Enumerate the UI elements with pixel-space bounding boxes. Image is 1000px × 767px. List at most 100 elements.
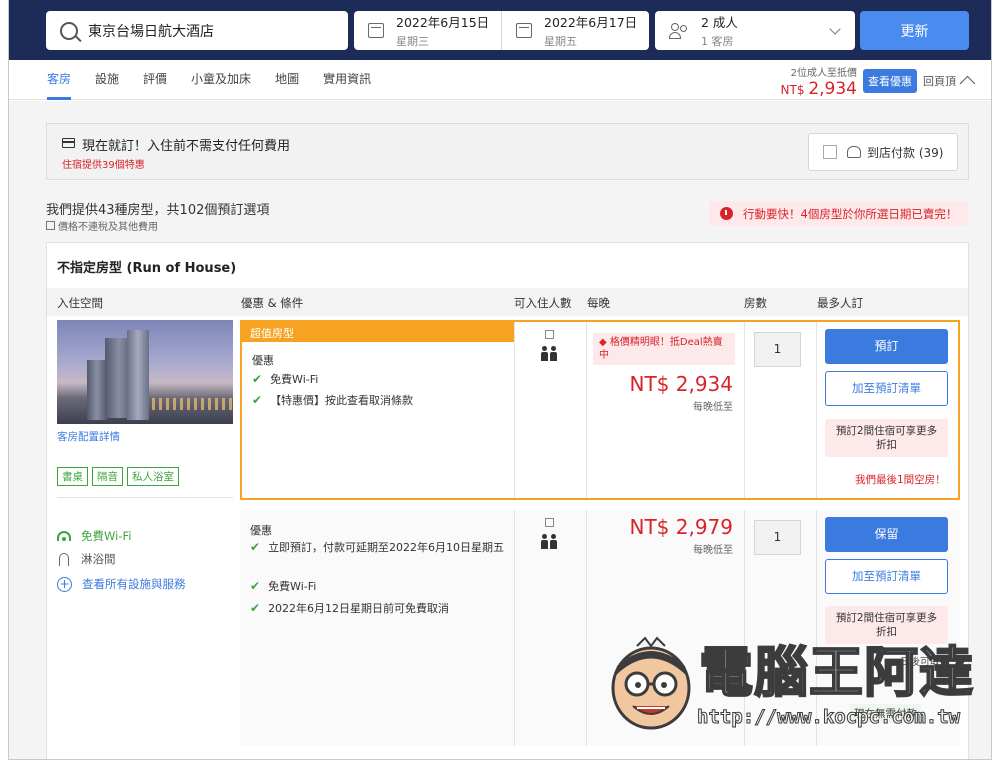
- plus-circle-icon: +: [57, 576, 72, 592]
- price-unit: 每晚低至: [693, 545, 733, 556]
- tab-item[interactable]: 評價: [143, 60, 167, 100]
- watermark-title: 電腦王阿達: [698, 639, 974, 705]
- pay-at-hotel-filter[interactable]: 到店付款 (39): [808, 133, 958, 171]
- book-button[interactable]: 預訂: [825, 329, 948, 364]
- reserve-button[interactable]: 保留: [825, 517, 948, 552]
- col-space: 入住空間: [57, 296, 103, 310]
- pay-at-hotel-checkbox[interactable]: [823, 145, 837, 159]
- info-icon: [544, 330, 554, 339]
- hand-pay-icon: [847, 146, 861, 158]
- destination-input[interactable]: [88, 22, 328, 39]
- tab-item[interactable]: 客房: [47, 60, 72, 100]
- people-icon: [669, 22, 691, 39]
- feature-chip: 隔音: [92, 467, 123, 486]
- site-watermark: 電腦王阿達 http://www.kocpc.com.tw: [607, 628, 974, 738]
- browser-frame: 2022年6月15日 星期三 2022年6月17日 星期五 2 成人 1 客房 …: [8, 0, 992, 760]
- banner-title: 現在就訂！入住前不需支付任何費用: [82, 139, 291, 154]
- checkin-day-text: 星期三: [396, 35, 429, 48]
- offer-row: 超值房型 優惠 ✔ 免費Wi-Fi ✔ 【特惠價】按此查看取消條款 ◆ 格價精明眼！…: [240, 320, 960, 500]
- feature-chip: 私人浴室: [127, 467, 179, 486]
- tab-item[interactable]: 實用資訊: [323, 60, 371, 100]
- room-qty-select[interactable]: 1: [754, 332, 801, 367]
- perk-item: ✔ 立即預訂，付款可延期至2022年6月10日星期五: [250, 539, 505, 556]
- hot-deal-tag: ◆ 格價精明眼！抵Deal熱賣中: [593, 333, 735, 365]
- view-deal-button[interactable]: 查看優惠: [863, 69, 917, 93]
- alarm-icon: [720, 207, 733, 220]
- deal-tag: 超值房型: [242, 322, 514, 342]
- banner-subtitle: 住宿提供39個特惠: [62, 160, 145, 171]
- checkout-date[interactable]: 2022年6月17日 星期五: [501, 11, 649, 50]
- perk-text: 【特惠價】按此查看取消條款: [270, 394, 414, 407]
- amenity-label: 淋浴間: [81, 552, 116, 566]
- back-to-top-label: 回頁頂: [923, 75, 956, 88]
- all-facilities-link[interactable]: + 查看所有設施與服務: [57, 576, 186, 592]
- add-to-list-button[interactable]: 加至預訂清單: [825, 559, 948, 594]
- rooms-count: 1 客房: [701, 35, 734, 48]
- arrow-up-icon: [959, 75, 976, 91]
- table-header: 入住空間 優惠 & 條件 可入住人數 每晚 房數 最多人訂: [47, 288, 968, 316]
- price-amount: NT$ 2,979: [629, 515, 733, 539]
- room-detail-link[interactable]: 客房配置詳情: [57, 429, 120, 444]
- price-unit: 每晚低至: [693, 402, 733, 413]
- add-to-list-button[interactable]: 加至預訂清單: [825, 371, 948, 406]
- room-qty-select[interactable]: 1: [754, 520, 801, 555]
- guests-selector[interactable]: 2 成人 1 客房: [655, 11, 855, 50]
- offer-price: NT$ 2,934 每晚低至: [593, 372, 733, 413]
- col-occupancy: 可入住人數: [514, 296, 572, 310]
- col-rooms: 房數: [744, 296, 767, 310]
- multi-room-promo: 預訂2間住宿可享更多折扣: [825, 419, 948, 457]
- date-range-box: 2022年6月15日 星期三 2022年6月17日 星期五: [354, 11, 649, 50]
- calendar-checkout-icon: [516, 23, 532, 38]
- feature-chip: 書桌: [57, 467, 88, 486]
- perk-text: 免費Wi-Fi: [268, 580, 317, 593]
- last-room-alert: 我們最後1間空房！: [855, 474, 946, 486]
- col-most-booked: 最多人訂: [817, 296, 863, 310]
- price-value: 2,934: [808, 78, 857, 99]
- perk-text: 2022年6月12日星期日前可免費取消: [268, 602, 450, 615]
- perk-text: 立即預訂，付款可延期至2022年6月10日星期五: [268, 541, 505, 554]
- calendar-checkin-icon: [368, 23, 384, 38]
- credit-card-icon: [62, 138, 75, 148]
- update-button[interactable]: 更新: [860, 11, 969, 50]
- amenity-label: 免費Wi-Fi: [81, 529, 132, 543]
- hot-deal-text: 格價精明眼！抵Deal熱賣中: [599, 337, 723, 361]
- tab-item[interactable]: 小童及加床: [191, 60, 251, 100]
- search-icon: [60, 21, 78, 40]
- info-icon: [544, 518, 554, 527]
- info-icon: [46, 221, 55, 230]
- tab-item[interactable]: 設施: [95, 60, 119, 100]
- section-nav: 客房 設施 評價 小童及加床 地圖 實用資訊 2位成人至抵價 NT$ 2,934 查看優惠…: [9, 60, 991, 100]
- checkout-date-text: 2022年6月17日: [544, 15, 638, 30]
- amenity-wifi: 免費Wi-Fi: [57, 528, 131, 544]
- divider: [57, 497, 233, 498]
- mascot-face-icon: [611, 636, 691, 730]
- soldout-alert-text: 行動要快！4個房型於你所選日期已賣完！: [743, 206, 958, 221]
- tax-note-text: 價格不連稅及其他費用: [58, 222, 158, 233]
- offers-summary: 我們提供43種房型，共102個預訂選項: [46, 203, 270, 218]
- chevron-down-icon: [829, 23, 841, 35]
- occupancy: [514, 516, 584, 549]
- check-icon: ✔: [250, 601, 261, 615]
- room-photo[interactable]: [57, 320, 233, 424]
- guests-count: 2 成人: [701, 15, 738, 30]
- book-now-banner: 現在就訂！入住前不需支付任何費用 住宿提供39個特惠 到店付款 (39): [46, 123, 969, 180]
- checkin-date[interactable]: 2022年6月15日 星期三: [354, 11, 501, 50]
- offer-price: NT$ 2,979 每晚低至: [593, 515, 733, 556]
- price-amount: NT$ 2,934: [629, 372, 733, 396]
- amenity-shower: 淋浴間: [57, 551, 116, 567]
- watermark-url: http://www.kocpc.com.tw: [696, 706, 961, 729]
- wifi-icon: [57, 531, 71, 541]
- tab-item[interactable]: 地圖: [275, 60, 299, 100]
- back-to-top-link[interactable]: 回頁頂: [923, 73, 976, 91]
- tax-note: 價格不連稅及其他費用: [46, 218, 158, 233]
- check-icon: ✔: [250, 579, 261, 593]
- perk-item[interactable]: ✔ 【特惠價】按此查看取消條款: [252, 392, 507, 409]
- shower-icon: [59, 552, 69, 566]
- two-adults-icon: [514, 346, 584, 361]
- pay-at-hotel-label: 到店付款 (39): [867, 145, 944, 160]
- check-icon: ✔: [252, 393, 263, 407]
- price-note: 2位成人至抵價: [790, 67, 857, 79]
- occupancy: [514, 328, 584, 361]
- search-bar: 2022年6月15日 星期三 2022年6月17日 星期五 2 成人 1 客房 …: [9, 0, 991, 60]
- destination-box[interactable]: [46, 11, 348, 50]
